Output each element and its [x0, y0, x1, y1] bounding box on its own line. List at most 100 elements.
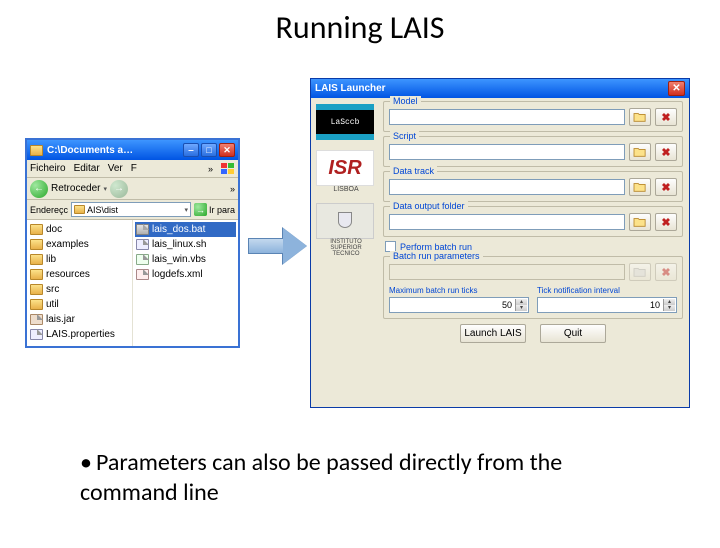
- file-item[interactable]: examples: [29, 237, 130, 252]
- explorer-toolbar: ← Retroceder ▾ → »: [27, 178, 238, 200]
- file-name: lais_dos.bat: [152, 224, 205, 235]
- file-item[interactable]: logdefs.xml: [135, 267, 236, 282]
- file-item[interactable]: resources: [29, 267, 130, 282]
- model-open-button[interactable]: [629, 108, 651, 126]
- max-ticks-spinner[interactable]: 50 ▴▾: [389, 297, 529, 313]
- script-clear-button[interactable]: ✖: [655, 143, 677, 161]
- script-open-button[interactable]: [629, 143, 651, 161]
- maximize-button[interactable]: □: [201, 143, 217, 157]
- folder-icon: [30, 284, 43, 295]
- file-icon: [30, 329, 43, 340]
- interval-label: Tick notification interval: [537, 286, 677, 295]
- file-icon: [136, 254, 149, 265]
- model-clear-button[interactable]: ✖: [655, 108, 677, 126]
- go-label: Ir para: [209, 205, 235, 215]
- slide-bullet: •Parameters can also be passed directly …: [80, 448, 660, 508]
- model-group: Model ✖: [383, 101, 683, 132]
- folder-icon: [30, 224, 43, 235]
- batch-open-button: [629, 263, 651, 281]
- open-folder-icon: [633, 181, 647, 193]
- interval-spinner[interactable]: 10 ▴▾: [537, 297, 677, 313]
- file-item[interactable]: lib: [29, 252, 130, 267]
- file-item[interactable]: util: [29, 297, 130, 312]
- menu-f[interactable]: F: [131, 163, 137, 174]
- launcher-titlebar[interactable]: LAIS Launcher ✕: [310, 78, 690, 98]
- address-label: Endereçc: [30, 205, 68, 215]
- launcher-title: LAIS Launcher: [315, 83, 386, 94]
- spin-down-icon[interactable]: ▾: [515, 305, 527, 311]
- file-icon: [136, 269, 149, 280]
- batch-params-group: Batch run parameters ✖ Maximum batch run…: [383, 256, 683, 319]
- file-item[interactable]: src: [29, 282, 130, 297]
- launcher-close-button[interactable]: ✕: [668, 81, 685, 96]
- batch-params-legend: Batch run parameters: [390, 251, 483, 261]
- max-ticks-value: 50: [502, 300, 512, 310]
- file-name: doc: [46, 224, 62, 235]
- file-item[interactable]: lais_linux.sh: [135, 237, 236, 252]
- file-list-right: lais_dos.bat lais_linux.sh lais_win.vbslog…: [133, 220, 238, 346]
- data-track-legend: Data track: [390, 166, 437, 176]
- open-folder-icon: [633, 146, 647, 158]
- file-icon: [30, 314, 43, 325]
- menu-edit[interactable]: Editar: [74, 163, 100, 174]
- open-folder-icon: [633, 266, 647, 278]
- script-input[interactable]: [389, 144, 625, 160]
- folder-icon: [30, 269, 43, 280]
- toolbar-overflow-icon[interactable]: »: [230, 184, 235, 194]
- file-item[interactable]: lais_dos.bat: [135, 222, 236, 237]
- back-button[interactable]: ← Retroceder ▾: [30, 180, 107, 198]
- file-name: resources: [46, 269, 90, 280]
- data-track-open-button[interactable]: [629, 178, 651, 196]
- menu-file[interactable]: Ficheiro: [30, 163, 66, 174]
- address-bar: Endereçc AIS\dist ▾ → Ir para: [27, 200, 238, 220]
- close-button[interactable]: ✕: [219, 143, 235, 157]
- file-list-left: doc examples lib resources src util lais.jarLA…: [27, 220, 133, 346]
- explorer-window: C:\Documents a… ‒ □ ✕ Ficheiro Editar Ve…: [25, 138, 240, 348]
- file-item[interactable]: LAIS.properties: [29, 327, 130, 342]
- windows-flag-icon: [221, 163, 235, 175]
- forward-button[interactable]: →: [110, 180, 128, 198]
- explorer-titlebar[interactable]: C:\Documents a… ‒ □ ✕: [27, 140, 238, 160]
- data-track-clear-button[interactable]: ✖: [655, 178, 677, 196]
- model-legend: Model: [390, 96, 421, 106]
- folder-icon: [30, 145, 43, 156]
- open-folder-icon: [633, 111, 647, 123]
- file-item[interactable]: lais_win.vbs: [135, 252, 236, 267]
- file-name: lib: [46, 254, 56, 265]
- address-value: AIS\dist: [87, 205, 118, 215]
- launcher-window: LAIS Launcher ✕ LaSccb ISR LISBOA INSTIT…: [310, 78, 690, 408]
- file-name: util: [46, 299, 59, 310]
- go-button[interactable]: → Ir para: [194, 203, 235, 216]
- folder-icon: [30, 239, 43, 250]
- open-folder-icon: [633, 216, 647, 228]
- file-name: logdefs.xml: [152, 269, 203, 280]
- address-input[interactable]: AIS\dist ▾: [71, 202, 191, 217]
- back-label: Retroceder: [51, 183, 100, 194]
- data-track-input[interactable]: [389, 179, 625, 195]
- script-group: Script ✖: [383, 136, 683, 167]
- logo-column: LaSccb ISR LISBOA INSTITUTO SUPERIOR TEC…: [311, 98, 381, 407]
- chevron-down-icon[interactable]: ▾: [184, 206, 188, 214]
- logo-ist: INSTITUTO SUPERIOR TECNICO: [316, 203, 376, 257]
- quit-button[interactable]: Quit: [540, 324, 606, 343]
- file-name: examples: [46, 239, 89, 250]
- folder-icon: [30, 254, 43, 265]
- file-icon: [136, 224, 149, 235]
- model-input[interactable]: [389, 109, 625, 125]
- data-output-open-button[interactable]: [629, 213, 651, 231]
- minimize-button[interactable]: ‒: [183, 143, 199, 157]
- file-name: src: [46, 284, 59, 295]
- menu-view[interactable]: Ver: [108, 163, 123, 174]
- launch-button[interactable]: Launch LAIS: [460, 324, 526, 343]
- menu-overflow-icon[interactable]: »: [208, 164, 213, 174]
- file-name: lais_linux.sh: [152, 239, 206, 250]
- folder-icon: [30, 299, 43, 310]
- file-item[interactable]: doc: [29, 222, 130, 237]
- file-item[interactable]: lais.jar: [29, 312, 130, 327]
- bullet-text: Parameters can also be passed directly f…: [80, 448, 562, 507]
- back-arrow-icon: ←: [30, 180, 48, 198]
- data-output-clear-button[interactable]: ✖: [655, 213, 677, 231]
- chevron-down-icon: ▾: [103, 185, 107, 193]
- spin-down-icon[interactable]: ▾: [663, 305, 675, 311]
- data-output-input[interactable]: [389, 214, 625, 230]
